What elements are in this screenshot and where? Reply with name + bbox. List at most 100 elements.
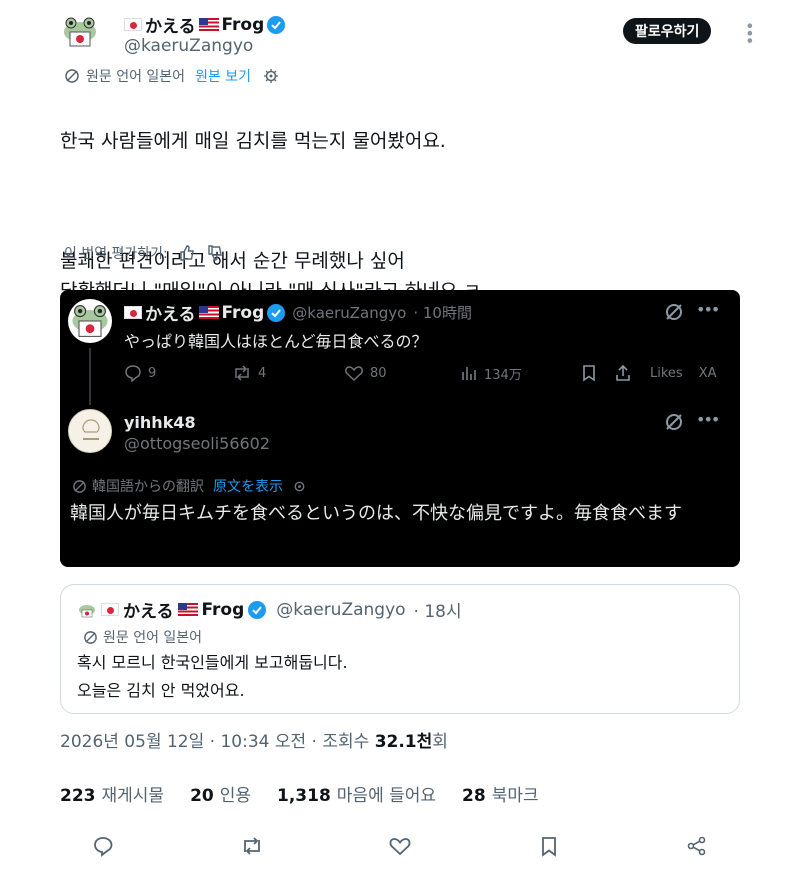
- likes-label: 마음에 들어요: [336, 786, 437, 806]
- more-icon[interactable]: •••: [740, 21, 759, 43]
- frog-avatar-icon: [68, 299, 112, 343]
- share-icon: [616, 364, 630, 381]
- frog-avatar-icon: [60, 12, 100, 52]
- quoted-display-name-suffix: Frog: [201, 599, 245, 620]
- embedded-actions: 9 4 80 134万 Likes XA: [124, 362, 724, 384]
- like-icon: [389, 838, 411, 856]
- quoted-translation-info: 원문 언어 일본어: [83, 627, 202, 647]
- bookmark-button[interactable]: [536, 833, 562, 859]
- embedded-display-name-2: yihhk48: [124, 413, 196, 432]
- engagement-stats: 223 재게시물 20 인용 1,318 마음에 들어요 28 북마크: [60, 781, 740, 806]
- follow-button[interactable]: 팔로우하기: [623, 18, 712, 44]
- translation-source-label: 원문 언어 일본어: [86, 69, 186, 85]
- translate-icon: [84, 630, 97, 644]
- embedded-views: 134万: [460, 364, 580, 383]
- quoted-author: かえる Frog @kaeruZangyo · 18시: [77, 597, 462, 622]
- logo-avatar-icon: [70, 411, 111, 452]
- embedded-reply: 9: [124, 364, 232, 382]
- reposts-label: 재게시물: [101, 786, 165, 806]
- us-flag-icon: [177, 603, 198, 616]
- embedded-translation-info: 韓国語からの翻訳 原文を表示: [72, 476, 307, 496]
- views-icon: [462, 367, 476, 380]
- embedded-replies-count: 9: [148, 365, 157, 381]
- embedded-likes-count: 80: [370, 365, 387, 381]
- tweet-timestamp: 2026년 05월 12일 · 10:34 오전 · 조회수 32.1천회: [60, 727, 448, 752]
- japan-flag-icon: [124, 306, 142, 319]
- share-button[interactable]: [684, 833, 710, 859]
- embedded-translation-label: 韓国語からの翻訳: [92, 479, 204, 495]
- author-display-name: かえる: [145, 17, 196, 37]
- verified-badge-icon: [267, 303, 286, 322]
- japan-flag-icon: [101, 603, 119, 616]
- author-avatar[interactable]: [60, 12, 100, 52]
- verified-badge-icon: [267, 15, 286, 34]
- tweet-body-line1: 한국 사람들에게 매일 김치를 먹는지 물어봤어요.: [60, 130, 446, 152]
- reply-icon: [125, 365, 141, 382]
- view-original-link[interactable]: 원본 보기: [195, 66, 251, 86]
- tweet-header: かえる Frog @kaeruZangyo 팔로우하기 •••: [60, 12, 760, 62]
- reply-icon: [94, 837, 113, 857]
- embedded-like: 80: [344, 364, 460, 382]
- embedded-display-name-1: かえる: [145, 305, 196, 325]
- us-flag-icon: [198, 18, 219, 31]
- quoted-time: · 18시: [413, 602, 462, 622]
- rate-translation-label: 이 번역 평가하기:: [64, 246, 168, 262]
- thumbs-down-icon[interactable]: [206, 244, 224, 262]
- embedded-handle-1: @kaeruZangyo: [292, 303, 407, 322]
- gear-icon: [294, 481, 305, 491]
- embedded-screenshot[interactable]: かえる Frog @kaeruZangyo · 10時間 ••• やっぱり韓国人…: [60, 290, 740, 567]
- more-icon: •••: [696, 300, 720, 319]
- share-icon: [687, 836, 706, 856]
- embedded-display-name-suffix-1: Frog: [221, 302, 265, 323]
- translate-icon: [65, 69, 79, 83]
- embedded-views-count: 134万: [484, 367, 522, 383]
- embedded-xa-label: XA: [698, 365, 717, 381]
- embedded-repost: 4: [232, 364, 344, 382]
- frog-avatar-icon: [77, 599, 97, 620]
- reply-button[interactable]: [90, 833, 116, 859]
- embedded-text-1: やっぱり韓国人はほとんど毎日食べるの？: [124, 332, 428, 351]
- author-handle[interactable]: @kaeruZangyo: [124, 36, 253, 56]
- translation-info: 원문 언어 일본어 원본 보기: [64, 66, 279, 86]
- thumbs-up-icon[interactable]: [178, 244, 196, 262]
- reposts-count: 223: [60, 786, 96, 806]
- likes-stat[interactable]: 1,318 마음에 들어요: [277, 781, 436, 806]
- grok-icon: [666, 414, 682, 430]
- gear-icon[interactable]: [263, 68, 279, 84]
- embedded-reposts-count: 4: [258, 365, 267, 381]
- embedded-view-original-link: 原文を表示: [213, 479, 283, 495]
- bookmarks-count: 28: [462, 786, 486, 806]
- bookmark-icon: [583, 365, 595, 382]
- repost-button[interactable]: [239, 833, 265, 859]
- quotes-stat[interactable]: 20 인용: [190, 781, 251, 806]
- reposts-stat[interactable]: 223 재게시물: [60, 781, 164, 806]
- timestamp-date[interactable]: 2026년 05월 12일 · 10:34 오전 · 조회수: [60, 732, 375, 752]
- more-icon: •••: [696, 410, 720, 429]
- quoted-text: 혹시 모르니 한국인들에게 보고해둡니다. 오늘은 김치 안 먹었어요.: [77, 653, 348, 700]
- views-suffix: 회: [432, 732, 448, 752]
- repost-icon: [243, 837, 260, 855]
- bookmark-icon: [541, 837, 556, 857]
- bookmarks-label: 북마크: [491, 786, 539, 806]
- likes-count: 1,318: [277, 786, 331, 806]
- grok-icon: [666, 304, 682, 320]
- embedded-handle-2: @ottogseoli56602: [124, 434, 271, 453]
- quoted-display-name: かえる: [123, 602, 174, 622]
- translate-icon: [73, 479, 86, 493]
- author-name[interactable]: かえる Frog: [124, 12, 286, 37]
- like-button[interactable]: [387, 833, 413, 859]
- quoted-translation-label: 원문 언어 일본어: [103, 630, 203, 646]
- embedded-author-1: かえる Frog @kaeruZangyo · 10時間: [124, 300, 472, 325]
- bookmarks-stat[interactable]: 28 북마크: [462, 781, 539, 806]
- embedded-text-2: 韓国人が毎日キムチを食べるというのは、不快な偏見ですよ。毎食食べます: [70, 503, 682, 524]
- embedded-avatar-1: [68, 299, 112, 343]
- us-flag-icon: [198, 306, 219, 319]
- quotes-label: 인용: [219, 786, 252, 806]
- repost-icon: [235, 365, 249, 381]
- like-icon: [345, 366, 363, 382]
- embedded-avatar-2: [68, 409, 112, 453]
- views-count: 32.1천: [374, 732, 433, 752]
- quotes-count: 20: [190, 786, 214, 806]
- quoted-tweet[interactable]: かえる Frog @kaeruZangyo · 18시 원문 언어 일본어 혹시…: [60, 584, 740, 714]
- embedded-likes-label: Likes: [650, 365, 683, 381]
